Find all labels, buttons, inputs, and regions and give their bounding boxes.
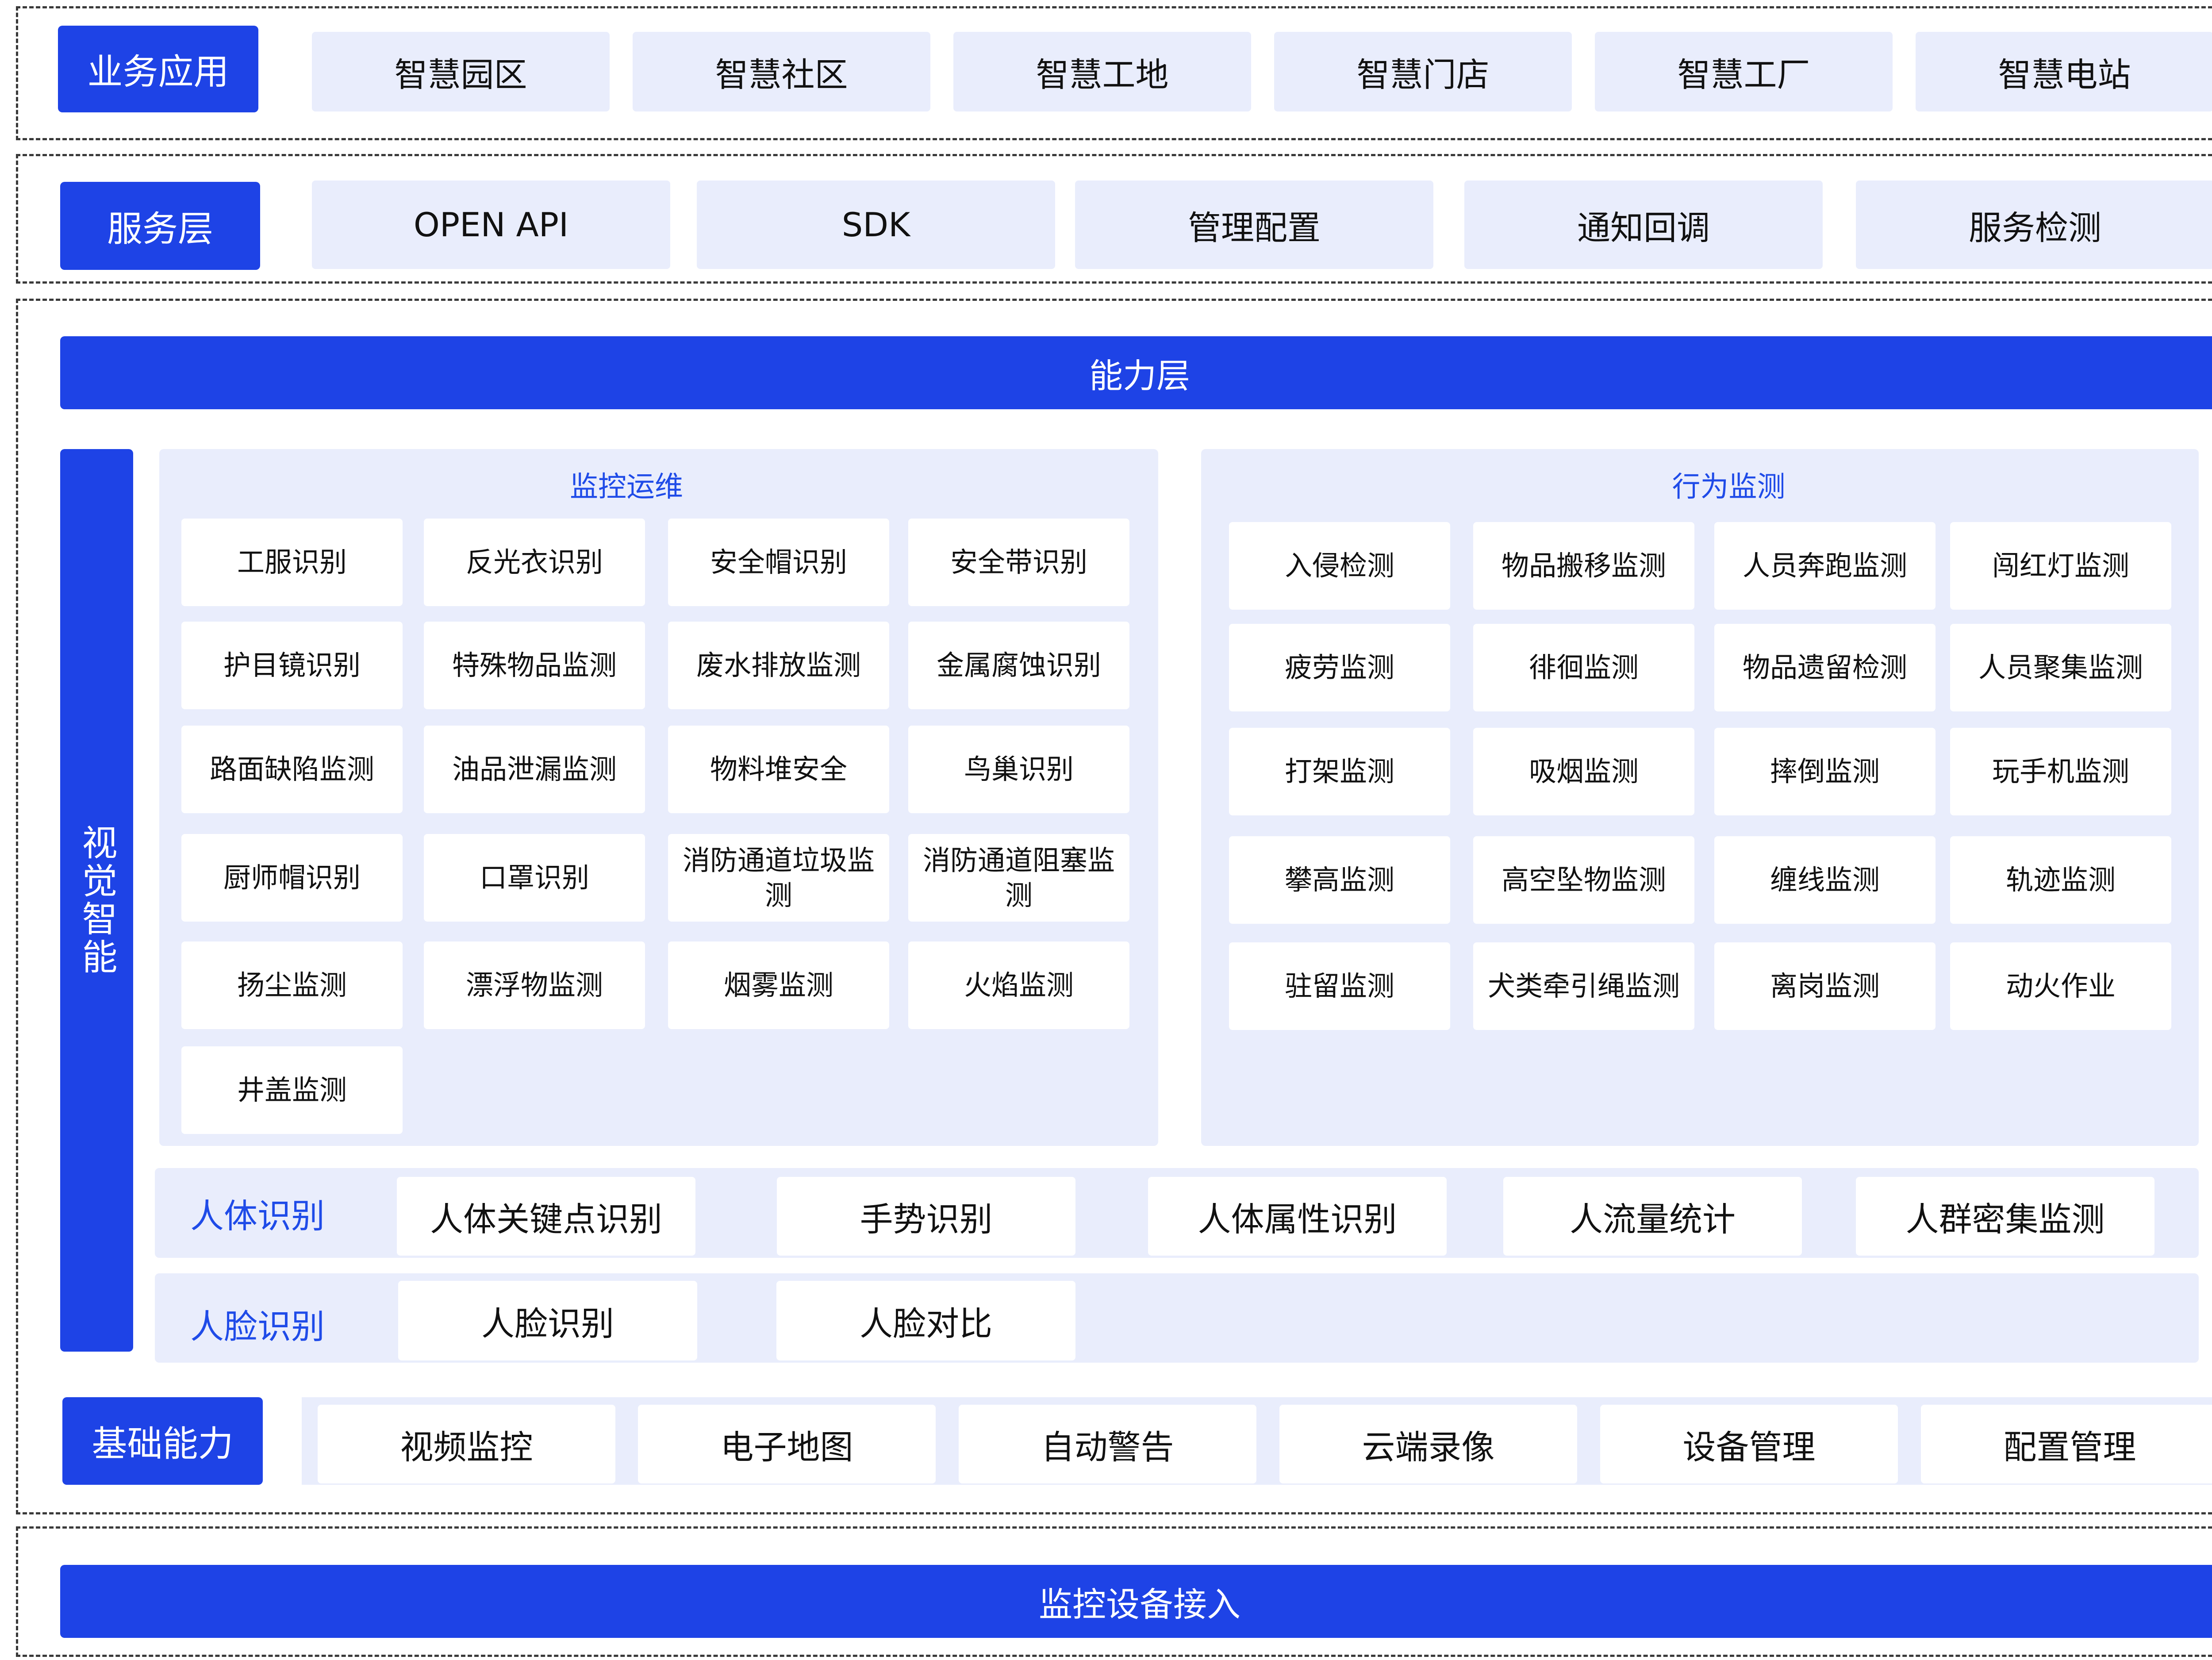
base-capability-item: 配置管理 bbox=[1921, 1405, 2212, 1483]
behavior-item: 物品遗留检测 bbox=[1714, 624, 1936, 711]
service-chip: 通知回调 bbox=[1464, 181, 1823, 269]
body-recognition-item: 人体属性识别 bbox=[1148, 1177, 1447, 1256]
monitoring-item: 扬尘监测 bbox=[181, 941, 403, 1029]
service-chip: 服务检测 bbox=[1856, 181, 2212, 269]
body-recognition-item: 人体关键点识别 bbox=[397, 1177, 695, 1256]
monitoring-item: 烟雾监测 bbox=[668, 941, 889, 1029]
body-recognition-item: 人流量统计 bbox=[1503, 1177, 1802, 1256]
body-recognition-label: 人体识别 bbox=[190, 1196, 325, 1236]
behavior-item: 人员聚集监测 bbox=[1950, 624, 2171, 711]
behavior-item: 吸烟监测 bbox=[1473, 728, 1694, 815]
app-chip: 智慧工地 bbox=[953, 32, 1251, 111]
base-capability-item: 视频监控 bbox=[318, 1405, 615, 1483]
monitoring-item: 反光衣识别 bbox=[424, 519, 645, 606]
monitoring-item: 金属腐蚀识别 bbox=[908, 622, 1129, 709]
behavior-item: 动火作业 bbox=[1950, 942, 2171, 1030]
monitoring-item: 特殊物品监测 bbox=[424, 622, 645, 709]
base-capability-item: 云端录像 bbox=[1279, 1405, 1577, 1483]
app-chip: 智慧园区 bbox=[312, 32, 610, 111]
service-chip: SDK bbox=[697, 181, 1055, 269]
monitoring-item: 油品泄漏监测 bbox=[424, 726, 645, 813]
apps-layer-label: 业务应用 bbox=[58, 26, 258, 112]
service-chip: OPEN API bbox=[312, 181, 670, 269]
behavior-item: 闯红灯监测 bbox=[1950, 522, 2171, 610]
monitoring-item: 火焰监测 bbox=[908, 941, 1129, 1029]
service-chip: 管理配置 bbox=[1075, 181, 1433, 269]
monitoring-item: 鸟巢识别 bbox=[908, 726, 1129, 813]
monitoring-item: 工服识别 bbox=[181, 519, 403, 606]
behavior-item: 摔倒监测 bbox=[1714, 728, 1936, 815]
behavior-item: 缠线监测 bbox=[1714, 836, 1936, 924]
app-chip: 智慧工厂 bbox=[1595, 32, 1893, 111]
face-recognition-label: 人脸识别 bbox=[190, 1306, 325, 1346]
app-chip: 智慧社区 bbox=[633, 32, 930, 111]
face-recognition-item: 人脸识别 bbox=[398, 1281, 697, 1360]
base-capability-label: 基础能力 bbox=[62, 1397, 263, 1485]
monitoring-title: 监控运维 bbox=[570, 471, 683, 503]
visual-intelligence-text: 视觉智能 bbox=[76, 824, 118, 976]
monitoring-item: 消防通道垃圾监测 bbox=[668, 834, 889, 922]
visual-intelligence-label: 视觉智能 bbox=[60, 449, 133, 1352]
body-recognition-item: 人群密集监测 bbox=[1856, 1177, 2154, 1256]
base-capability-item: 设备管理 bbox=[1600, 1405, 1898, 1483]
monitoring-item: 护目镜识别 bbox=[181, 622, 403, 709]
service-layer-label: 服务层 bbox=[60, 182, 260, 270]
behavior-item: 驻留监测 bbox=[1229, 942, 1450, 1030]
monitoring-item: 井盖监测 bbox=[181, 1046, 403, 1134]
behavior-item: 攀高监测 bbox=[1229, 836, 1450, 924]
body-recognition-item: 手势识别 bbox=[777, 1177, 1075, 1256]
behavior-item: 入侵检测 bbox=[1229, 522, 1450, 610]
monitoring-item: 废水排放监测 bbox=[668, 622, 889, 709]
behavior-item: 轨迹监测 bbox=[1950, 836, 2171, 924]
monitoring-item: 厨师帽识别 bbox=[181, 834, 403, 922]
monitoring-item: 消防通道阻塞监测 bbox=[908, 834, 1129, 922]
capability-title: 能力层 bbox=[60, 336, 2212, 409]
monitoring-item: 安全带识别 bbox=[908, 519, 1129, 606]
behavior-item: 人员奔跑监测 bbox=[1714, 522, 1936, 610]
monitoring-item: 口罩识别 bbox=[424, 834, 645, 922]
behavior-item: 徘徊监测 bbox=[1473, 624, 1694, 711]
base-capability-item: 电子地图 bbox=[638, 1405, 936, 1483]
base-capability-item: 自动警告 bbox=[959, 1405, 1256, 1483]
behavior-item: 离岗监测 bbox=[1714, 942, 1936, 1030]
monitoring-item: 漂浮物监测 bbox=[424, 941, 645, 1029]
behavior-item: 犬类牵引绳监测 bbox=[1473, 942, 1694, 1030]
behavior-item: 玩手机监测 bbox=[1950, 728, 2171, 815]
monitoring-item: 安全帽识别 bbox=[668, 519, 889, 606]
monitoring-item: 路面缺陷监测 bbox=[181, 726, 403, 813]
behavior-item: 高空坠物监测 bbox=[1473, 836, 1694, 924]
face-recognition-item: 人脸对比 bbox=[776, 1281, 1075, 1360]
app-chip: 智慧电站 bbox=[1916, 32, 2212, 111]
behavior-title: 行为监测 bbox=[1672, 471, 1786, 503]
app-chip: 智慧门店 bbox=[1274, 32, 1572, 111]
monitoring-item: 物料堆安全 bbox=[668, 726, 889, 813]
behavior-item: 物品搬移监测 bbox=[1473, 522, 1694, 610]
behavior-item: 打架监测 bbox=[1229, 728, 1450, 815]
device-access-bar: 监控设备接入 bbox=[60, 1565, 2212, 1638]
behavior-item: 疲劳监测 bbox=[1229, 624, 1450, 711]
